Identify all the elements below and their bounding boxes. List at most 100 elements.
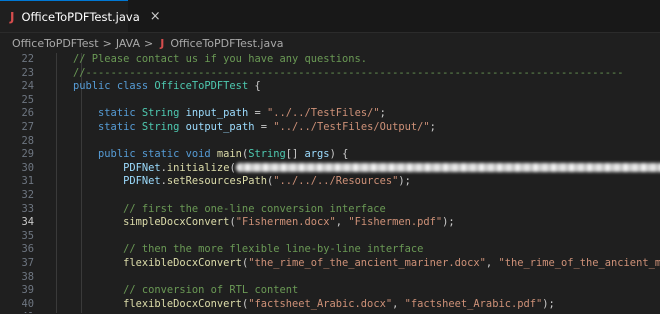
line-number: 27 <box>21 120 34 133</box>
line-number: 34 <box>21 216 34 229</box>
editor-tab-officetopdftest[interactable]: J OfficeToPDFTest.java × <box>0 0 161 32</box>
code-token: ) { <box>329 148 349 161</box>
code-token: String <box>248 148 286 161</box>
code-line[interactable]: PDFNet.initialize(); <box>48 162 660 176</box>
code-token: simpleDocxConvert <box>123 216 230 229</box>
code-line[interactable]: // then the more flexible line-by-line i… <box>48 243 660 257</box>
close-icon[interactable]: × <box>150 9 161 24</box>
line-number: 30 <box>21 161 34 174</box>
java-file-icon: J <box>10 9 15 24</box>
breadcrumb-project[interactable]: OfficeToPDFTest <box>12 37 99 50</box>
tab-label: OfficeToPDFTest.java <box>21 9 140 24</box>
code-token: String <box>141 120 186 133</box>
code-token: static <box>98 107 142 120</box>
line-number: 23 <box>21 66 34 79</box>
code-line[interactable]: flexibleDocxConvert("factsheet_Arabic.do… <box>48 298 660 312</box>
code-token: flexibleDocxConvert <box>123 256 242 269</box>
code-token: "factsheet_Arabic.pdf" <box>404 297 543 310</box>
code-line[interactable]: // Please contact us if you have any que… <box>48 53 660 67</box>
breadcrumb-separator: > <box>102 36 112 50</box>
code-token: ); <box>398 175 411 188</box>
line-number: 37 <box>21 256 34 269</box>
breadcrumb-file[interactable]: OfficeToPDFTest.java <box>170 37 283 50</box>
code-token: initialize <box>166 161 230 174</box>
code-line[interactable] <box>48 230 660 244</box>
code-token: { <box>248 80 261 93</box>
code-line[interactable]: static String input_path = "../../TestFi… <box>48 107 660 121</box>
code-token: ; <box>379 107 386 120</box>
code-line[interactable] <box>48 135 660 149</box>
code-token: ; <box>429 120 436 133</box>
code-line[interactable] <box>48 189 660 203</box>
code-line[interactable]: public class OfficeToPDFTest { <box>48 80 660 94</box>
code-line[interactable]: simpleDocxConvert("Fishermen.docx", "Fis… <box>48 216 660 230</box>
code-token: = <box>254 120 274 133</box>
code-line[interactable]: // conversion of RTL content <box>48 284 660 298</box>
breadcrumb: OfficeToPDFTest > JAVA > J OfficeToPDFTe… <box>0 33 660 53</box>
code-token: // first the one-line conversion interfa… <box>123 202 386 215</box>
code-token: ( <box>229 161 236 174</box>
code-line[interactable]: //--------------------------------------… <box>48 67 660 81</box>
java-file-icon: J <box>160 36 165 50</box>
line-number: 29 <box>21 148 34 161</box>
code-token: public class <box>73 80 155 93</box>
code-line[interactable]: static String output_path = "../../TestF… <box>48 121 660 135</box>
code-token: setResourcesPath <box>166 175 267 188</box>
code-token: PDFNet <box>123 175 161 188</box>
editor-tab-bar: J OfficeToPDFTest.java × <box>0 0 660 33</box>
code-token: ); <box>442 216 455 229</box>
code-line[interactable] <box>48 271 660 285</box>
code-token: "Fishermen.docx" <box>235 216 336 229</box>
code-token: String <box>141 107 186 120</box>
line-number-gutter: 2223242526272829303132333435363738394041 <box>0 53 36 313</box>
line-number: 31 <box>21 175 34 188</box>
code-token: OfficeToPDFTest <box>154 80 249 93</box>
code-token: public static void <box>98 148 217 161</box>
code-line[interactable]: // first the one-line conversion interfa… <box>48 203 660 217</box>
code-token: // Please contact us if you have any que… <box>73 53 368 65</box>
line-number: 33 <box>21 202 34 215</box>
code-token: "../../TestFiles/" <box>266 107 380 120</box>
code-token: main <box>216 148 242 161</box>
code-token: input_path <box>185 107 249 120</box>
code-token: // conversion of RTL content <box>123 284 299 297</box>
code-token: output_path <box>185 120 255 133</box>
code-line[interactable]: flexibleDocxConvert("the_rime_of_the_anc… <box>48 257 660 271</box>
line-number: 32 <box>21 188 34 201</box>
code-token: // then the more flexible line-by-line i… <box>123 243 424 256</box>
line-number: 41 <box>0 311 36 313</box>
code-token: "../../TestFiles/Output/" <box>273 120 430 133</box>
line-number: 39 <box>21 284 34 297</box>
code-token: "the_rime_of_the_ancient_mariner.pdf" <box>498 256 660 269</box>
code-token: "../../../Resources" <box>273 175 399 188</box>
code-token: static <box>98 120 142 133</box>
code-line[interactable] <box>48 311 660 313</box>
line-number: 22 <box>21 53 34 65</box>
code-token: , <box>392 297 405 310</box>
code-token: "Fishermen.pdf" <box>348 216 443 229</box>
code-line[interactable]: PDFNet.setResourcesPath("../../../Resour… <box>48 175 660 189</box>
code-line[interactable] <box>48 94 660 108</box>
code-token: , <box>335 216 349 229</box>
code-area[interactable]: // Please contact us if you have any que… <box>48 53 660 313</box>
code-token: //--------------------------------------… <box>73 66 624 79</box>
code-token: "factsheet_Arabic.docx" <box>248 297 393 310</box>
line-number: 36 <box>21 243 34 256</box>
line-number: 24 <box>21 80 34 93</box>
code-line[interactable]: public static void main(String[] args) { <box>48 148 660 162</box>
breadcrumb-separator: > <box>144 36 154 50</box>
code-token: "the_rime_of_the_ancient_mariner.docx" <box>248 256 486 269</box>
code-token: PDFNet <box>123 161 161 174</box>
breadcrumb-folder[interactable]: JAVA <box>116 37 140 50</box>
redacted-license-key <box>235 163 660 173</box>
code-editor[interactable]: 2223242526272829303132333435363738394041… <box>0 53 660 313</box>
